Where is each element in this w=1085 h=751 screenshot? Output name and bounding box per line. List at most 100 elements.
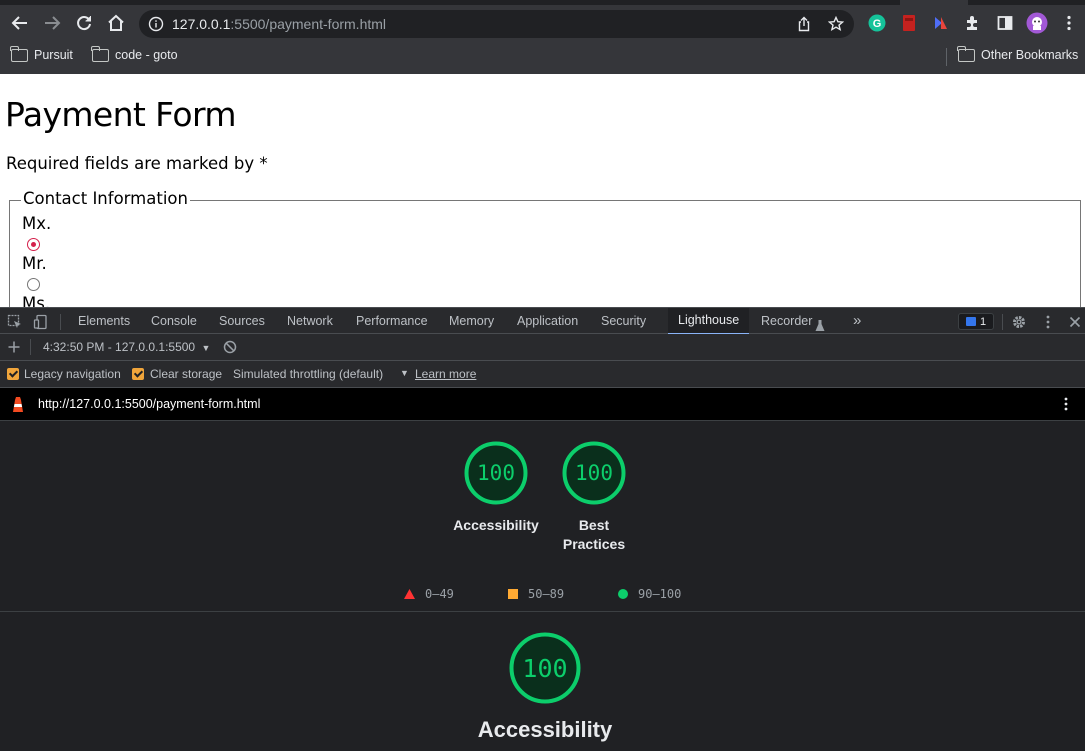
lighthouse-logo-icon (11, 396, 25, 413)
devtools-tabbar: Elements Console Sources Network Perform… (0, 307, 1085, 335)
radio-label-mx[interactable]: Mx. (22, 214, 51, 233)
book-extension-icon[interactable] (900, 14, 918, 32)
bookmark-label: Pursuit (34, 48, 73, 62)
toolbar-divider (30, 339, 31, 355)
other-bookmarks[interactable]: Other Bookmarks (957, 45, 1078, 62)
flask-icon (815, 315, 825, 331)
url-host: 127.0.0.1 (172, 16, 231, 32)
device-toolbar-icon[interactable] (33, 313, 49, 330)
folder-icon (957, 45, 975, 62)
site-info-icon[interactable] (148, 16, 164, 32)
bookmarks-divider (946, 48, 947, 66)
best-practices-label-line1: Best (578, 517, 610, 533)
side-panel-icon[interactable] (996, 14, 1014, 32)
extension-icon[interactable] (932, 14, 950, 32)
back-icon[interactable] (9, 12, 31, 34)
issues-count: 1 (979, 315, 987, 328)
extensions-puzzle-icon[interactable] (964, 14, 982, 32)
tabbar-divider (60, 314, 61, 330)
reload-icon[interactable] (73, 12, 95, 34)
bookmark-code-goto[interactable]: code - goto (91, 45, 178, 62)
tab-memory[interactable]: Memory (449, 308, 494, 334)
accessibility-label: Accessibility (453, 517, 539, 533)
square-icon (508, 589, 518, 599)
issues-badge[interactable]: 1 (958, 313, 994, 330)
legend-fail-range: 0–49 (425, 587, 454, 601)
grammarly-icon[interactable]: G (868, 14, 886, 32)
svg-text:G: G (873, 18, 882, 30)
radio-label-ms[interactable]: Ms. (22, 294, 50, 307)
legend-fail: 0–49 (404, 587, 454, 601)
tab-console[interactable]: Console (151, 308, 197, 334)
legacy-navigation-label[interactable]: Legacy navigation (24, 367, 121, 381)
issues-icon (965, 317, 976, 326)
new-report-icon[interactable] (6, 339, 22, 358)
bookmark-star-icon[interactable] (827, 15, 845, 32)
legend-pass: 90–100 (618, 587, 681, 601)
address-url[interactable]: 127.0.0.1:5500/payment-form.html (172, 16, 386, 32)
radio-mx[interactable] (27, 238, 40, 251)
accessibility-score: 100 (477, 461, 515, 485)
profile-avatar[interactable] (1026, 12, 1048, 34)
clear-reports-icon[interactable] (222, 339, 238, 358)
throttling-dropdown-icon[interactable]: ▼ (400, 368, 409, 378)
tab-performance[interactable]: Performance (356, 308, 428, 334)
legend-average: 50–89 (508, 587, 564, 601)
lighthouse-toolbar: 4:32:50 PM - 127.0.0.1:5500 ▼ (0, 334, 1085, 361)
folder-icon (10, 45, 28, 62)
settings-gear-icon[interactable] (1011, 313, 1027, 329)
throttling-label: Simulated throttling (default) (233, 367, 384, 381)
tab-recorder[interactable]: Recorder (761, 308, 812, 334)
tabbar-divider (1002, 314, 1003, 330)
bookmark-label: code - goto (115, 48, 178, 62)
required-note: Required fields are marked by * (6, 154, 268, 173)
radio-label-mr[interactable]: Mr. (22, 254, 47, 273)
report-selector[interactable]: 4:32:50 PM - 127.0.0.1:5500 ▼ (43, 340, 210, 354)
report-menu-icon[interactable] (1058, 396, 1074, 412)
inspect-element-icon[interactable] (7, 313, 23, 329)
clear-storage-label[interactable]: Clear storage (150, 367, 222, 381)
accessibility-section-score: 100 (522, 653, 568, 683)
share-icon[interactable] (796, 16, 812, 32)
report-selector-value: 4:32:50 PM - 127.0.0.1:5500 (43, 340, 196, 354)
accessibility-section-title: Accessibility (477, 717, 613, 742)
radio-mr[interactable] (27, 278, 40, 291)
close-devtools-icon[interactable] (1067, 313, 1083, 329)
tab-elements[interactable]: Elements (78, 308, 130, 334)
bookmarks-bar: Pursuit code - goto Other Bookmarks (0, 40, 1085, 74)
devtools-menu-icon[interactable] (1040, 313, 1056, 329)
folder-icon (91, 45, 109, 62)
triangle-icon (404, 589, 415, 599)
tab-strip (0, 0, 1085, 5)
forward-icon[interactable] (41, 12, 63, 34)
tab-security[interactable]: Security (601, 308, 646, 334)
browser-menu-icon[interactable] (1060, 14, 1078, 32)
tab-sources[interactable]: Sources (219, 308, 265, 334)
best-practices-label: Best Practices (544, 517, 644, 552)
tab-application[interactable]: Application (517, 308, 578, 334)
tab-network[interactable]: Network (287, 308, 333, 334)
lighthouse-options-bar: Legacy navigation Clear storage Simulate… (0, 361, 1085, 388)
legacy-navigation-checkbox[interactable] (7, 368, 19, 380)
circle-icon (618, 589, 628, 599)
devtools-panel: Elements Console Sources Network Perform… (0, 307, 1085, 751)
bookmark-pursuit[interactable]: Pursuit (10, 45, 73, 62)
section-divider (0, 611, 1085, 612)
more-tabs-button[interactable]: » (853, 308, 861, 334)
home-icon[interactable] (105, 12, 127, 34)
dropdown-arrow-icon: ▼ (201, 343, 211, 353)
clear-storage-checkbox[interactable] (132, 368, 144, 380)
best-practices-gauge[interactable]: 100 (562, 441, 626, 505)
learn-more-link[interactable]: Learn more (415, 367, 476, 381)
report-url-bar: http://127.0.0.1:5500/payment-form.html (0, 388, 1085, 421)
legend-pass-range: 90–100 (638, 587, 682, 601)
tab-lighthouse[interactable]: Lighthouse (668, 308, 750, 335)
tab-edge (900, 0, 968, 5)
accessibility-gauge[interactable]: 100 (464, 441, 528, 505)
report-url[interactable]: http://127.0.0.1:5500/payment-form.html (38, 397, 260, 411)
best-practices-score: 100 (575, 461, 613, 485)
best-practices-label-line2: Practices (562, 536, 626, 552)
page-title: Payment Form (5, 95, 236, 134)
address-bar[interactable]: 127.0.0.1:5500/payment-form.html (139, 10, 854, 38)
page-viewport: Payment Form Required fields are marked … (0, 74, 1085, 307)
